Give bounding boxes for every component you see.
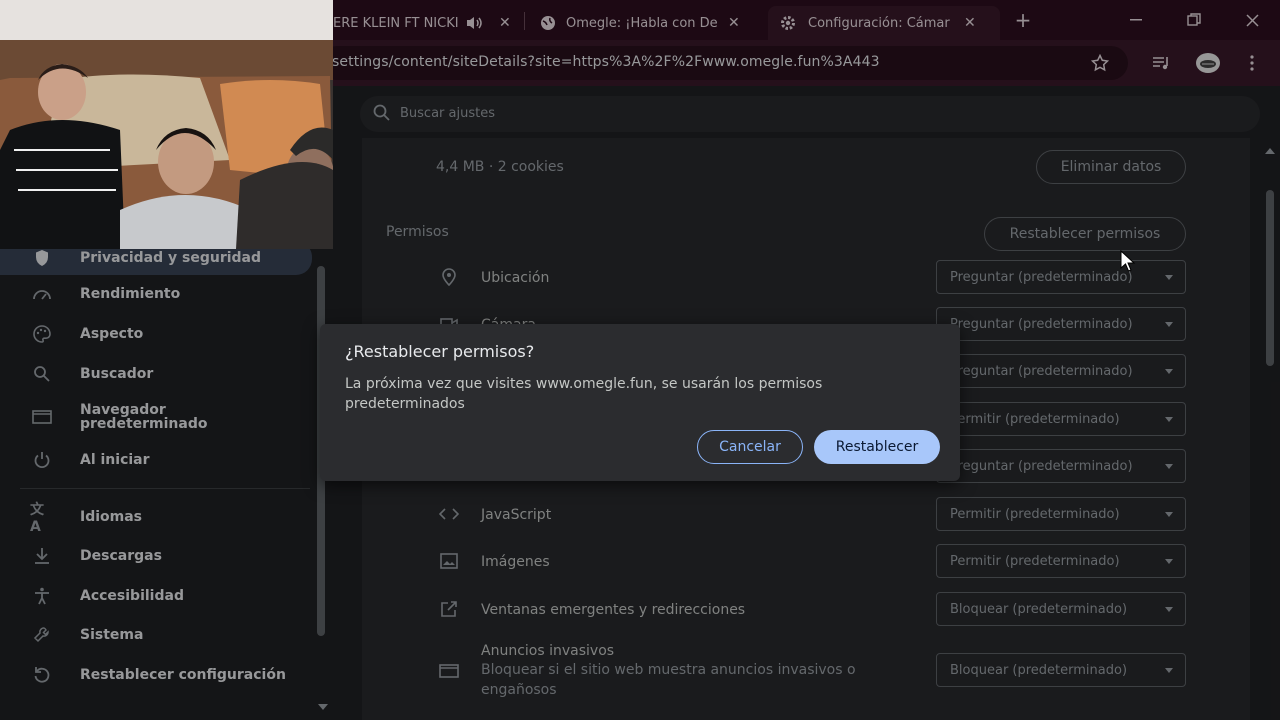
cancel-button[interactable]: Cancelar [697,430,803,464]
reset-permissions-dialog: ¿Restablecer permisos? La próxima vez qu… [320,324,960,481]
confirm-reset-button[interactable]: Restablecer [814,430,940,464]
dialog-body: La próxima vez que visites www.omegle.fu… [345,376,823,412]
webcam-video-overlay [0,0,333,249]
screen: ERE KLEIN FT NICKI ✕ Omegle: ¡Habla con … [0,0,1280,720]
mouse-cursor-icon [1120,249,1136,276]
dialog-title: ¿Restablecer permisos? [345,342,535,361]
webcam-frame [0,0,333,249]
